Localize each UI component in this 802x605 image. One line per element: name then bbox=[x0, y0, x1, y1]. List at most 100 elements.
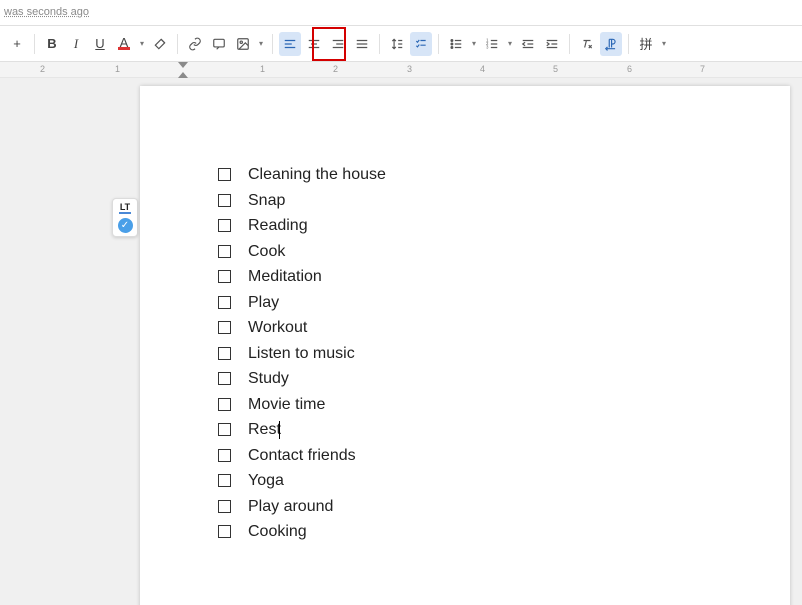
separator bbox=[628, 34, 629, 54]
list-item[interactable]: Snap bbox=[218, 188, 720, 214]
checkbox-icon[interactable] bbox=[218, 296, 231, 309]
separator bbox=[272, 34, 273, 54]
page[interactable]: Cleaning the houseSnapReadingCookMeditat… bbox=[140, 86, 790, 605]
checkbox-icon[interactable] bbox=[218, 372, 231, 385]
checkbox-icon[interactable] bbox=[218, 398, 231, 411]
separator bbox=[569, 34, 570, 54]
bold-button[interactable]: B bbox=[41, 32, 63, 56]
input-method-caret-icon[interactable]: ▾ bbox=[659, 39, 669, 48]
ruler-tick: 1 bbox=[115, 64, 120, 74]
ruler-tick: 5 bbox=[553, 64, 558, 74]
comment-button[interactable] bbox=[208, 32, 230, 56]
format-paint-button[interactable] bbox=[149, 32, 171, 56]
font-color-button[interactable]: A bbox=[113, 32, 135, 56]
list-item[interactable]: Workout bbox=[218, 315, 720, 341]
text-cursor bbox=[279, 421, 280, 439]
numbered-list-button[interactable]: 123 bbox=[481, 32, 503, 56]
clear-format-button[interactable] bbox=[576, 32, 598, 56]
list-item-label[interactable]: Play bbox=[248, 290, 279, 316]
separator bbox=[177, 34, 178, 54]
list-item[interactable]: Meditation bbox=[218, 264, 720, 290]
document-area: LT ✓ Cleaning the houseSnapReadingCookMe… bbox=[0, 78, 802, 605]
italic-button[interactable]: I bbox=[65, 32, 87, 56]
list-item[interactable]: Reading bbox=[218, 213, 720, 239]
indent-marker-top-icon[interactable] bbox=[178, 62, 188, 68]
list-item-label[interactable]: Meditation bbox=[248, 264, 322, 290]
list-item-label[interactable]: Cook bbox=[248, 239, 285, 265]
list-item[interactable]: Rest bbox=[218, 417, 720, 443]
line-spacing-button[interactable] bbox=[386, 32, 408, 56]
separator bbox=[438, 34, 439, 54]
align-left-button[interactable] bbox=[279, 32, 301, 56]
numbered-caret-icon[interactable]: ▾ bbox=[505, 39, 515, 48]
link-button[interactable] bbox=[184, 32, 206, 56]
indent-increase-button[interactable] bbox=[541, 32, 563, 56]
bullet-list-button[interactable] bbox=[445, 32, 467, 56]
input-method-button[interactable]: 拼 bbox=[635, 32, 657, 56]
checkbox-icon[interactable] bbox=[218, 219, 231, 232]
check-circle-icon[interactable]: ✓ bbox=[118, 218, 133, 233]
checkbox-icon[interactable] bbox=[218, 245, 231, 258]
checkbox-icon[interactable] bbox=[218, 423, 231, 436]
align-right-button[interactable] bbox=[327, 32, 349, 56]
checkbox-icon[interactable] bbox=[218, 270, 231, 283]
list-item-label[interactable]: Play around bbox=[248, 494, 333, 520]
checkbox-icon[interactable] bbox=[218, 168, 231, 181]
checkbox-icon[interactable] bbox=[218, 500, 231, 513]
list-item[interactable]: Listen to music bbox=[218, 341, 720, 367]
text-direction-button[interactable] bbox=[600, 32, 622, 56]
list-item[interactable]: Study bbox=[218, 366, 720, 392]
language-tool-panel[interactable]: LT ✓ bbox=[112, 198, 138, 237]
list-item-label[interactable]: Cooking bbox=[248, 519, 307, 545]
separator bbox=[34, 34, 35, 54]
list-item[interactable]: Contact friends bbox=[218, 443, 720, 469]
list-item[interactable]: Cleaning the house bbox=[218, 162, 720, 188]
font-color-caret-icon[interactable]: ▾ bbox=[137, 39, 147, 48]
image-button[interactable] bbox=[232, 32, 254, 56]
checkbox-icon[interactable] bbox=[218, 474, 231, 487]
list-item-label[interactable]: Movie time bbox=[248, 392, 325, 418]
list-item-label[interactable]: Reading bbox=[248, 213, 308, 239]
checklist-button[interactable] bbox=[410, 32, 432, 56]
list-item-label[interactable]: Rest bbox=[248, 417, 281, 443]
list-item-label[interactable]: Yoga bbox=[248, 468, 284, 494]
checkbox-icon[interactable] bbox=[218, 321, 231, 334]
list-item[interactable]: Cooking bbox=[218, 519, 720, 545]
list-item-label[interactable]: Cleaning the house bbox=[248, 162, 386, 188]
status-bar: was seconds ago bbox=[0, 0, 802, 26]
bullet-caret-icon[interactable]: ▾ bbox=[469, 39, 479, 48]
last-edit-text[interactable]: was seconds ago bbox=[4, 6, 89, 18]
list-item-label[interactable]: Contact friends bbox=[248, 443, 356, 469]
lt-badge: LT bbox=[119, 202, 131, 214]
checkbox-icon[interactable] bbox=[218, 347, 231, 360]
ruler-tick: 1 bbox=[260, 64, 265, 74]
list-item[interactable]: Play bbox=[218, 290, 720, 316]
list-item-label[interactable]: Workout bbox=[248, 315, 307, 341]
checkbox-icon[interactable] bbox=[218, 449, 231, 462]
toolbar: + B I U A ▾ ▾ ▾ 123 ▾ bbox=[0, 26, 802, 62]
ruler[interactable]: 2 1 1 2 3 4 5 6 7 bbox=[0, 62, 802, 78]
ruler-tick: 6 bbox=[627, 64, 632, 74]
list-item[interactable]: Play around bbox=[218, 494, 720, 520]
add-button[interactable]: + bbox=[6, 32, 28, 56]
checkbox-icon[interactable] bbox=[218, 525, 231, 538]
list-item[interactable]: Yoga bbox=[218, 468, 720, 494]
ruler-tick: 3 bbox=[407, 64, 412, 74]
svg-text:3: 3 bbox=[486, 44, 489, 49]
list-item-label[interactable]: Study bbox=[248, 366, 289, 392]
list-item[interactable]: Cook bbox=[218, 239, 720, 265]
ruler-tick: 7 bbox=[700, 64, 705, 74]
list-item-label[interactable]: Listen to music bbox=[248, 341, 355, 367]
image-caret-icon[interactable]: ▾ bbox=[256, 39, 266, 48]
checklist[interactable]: Cleaning the houseSnapReadingCookMeditat… bbox=[218, 162, 720, 545]
checkbox-icon[interactable] bbox=[218, 194, 231, 207]
list-item[interactable]: Movie time bbox=[218, 392, 720, 418]
list-item-label[interactable]: Snap bbox=[248, 188, 285, 214]
ruler-tick: 2 bbox=[333, 64, 338, 74]
underline-button[interactable]: U bbox=[89, 32, 111, 56]
align-justify-button[interactable] bbox=[351, 32, 373, 56]
ruler-tick: 4 bbox=[480, 64, 485, 74]
indent-decrease-button[interactable] bbox=[517, 32, 539, 56]
align-center-button[interactable] bbox=[303, 32, 325, 56]
ruler-tick: 2 bbox=[40, 64, 45, 74]
